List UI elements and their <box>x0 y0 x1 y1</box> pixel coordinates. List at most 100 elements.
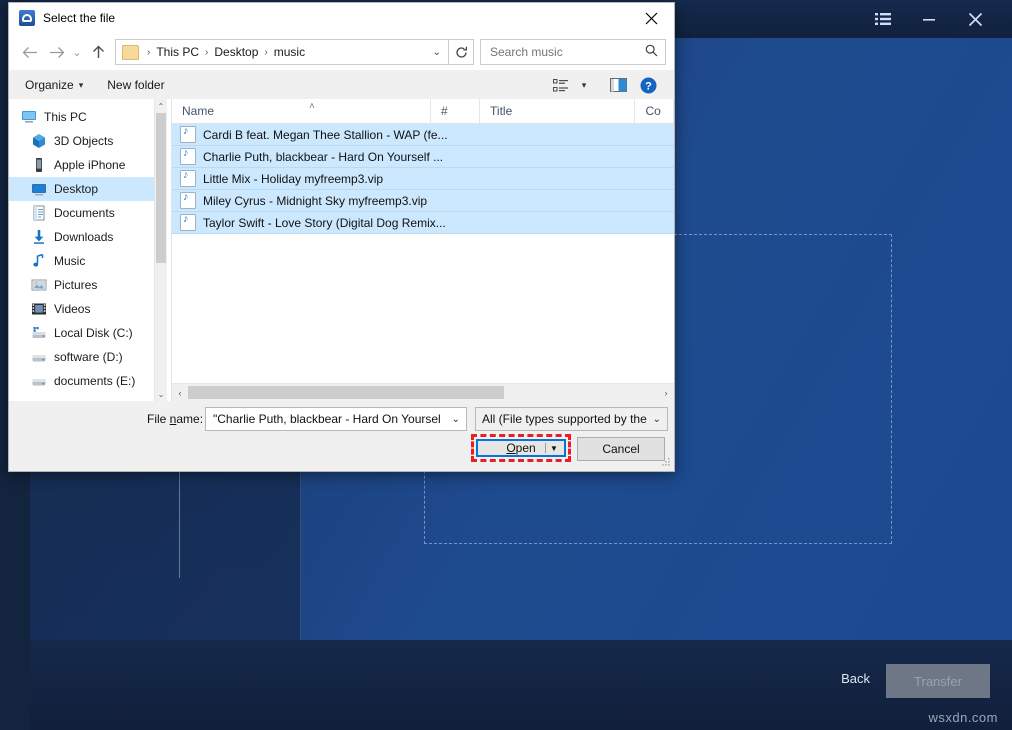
column-header-title[interactable]: Title <box>480 99 635 123</box>
recent-caret: ⌄ <box>72 46 81 59</box>
horizontal-scrollbar[interactable]: ‹ › <box>172 383 674 401</box>
transfer-button[interactable]: Transfer <box>886 664 990 698</box>
resize-grip-icon[interactable] <box>661 457 671 467</box>
chevron-down-icon[interactable]: ⌄ <box>452 414 460 425</box>
music-file-icon <box>180 192 196 209</box>
music-file-icon <box>180 170 196 187</box>
file-list-row[interactable]: Taylor Swift - Love Story (Digital Dog R… <box>172 212 674 234</box>
forward-arrow-icon[interactable] <box>43 39 69 65</box>
scroll-up-icon[interactable]: ⌃ <box>155 99 167 113</box>
tree-item-apple-iphone[interactable]: Apple iPhone <box>9 153 154 177</box>
tree-item-label: Apple iPhone <box>54 158 125 172</box>
file-list-row[interactable]: Miley Cyrus - Midnight Sky myfreemp3.vip <box>172 190 674 212</box>
address-bar[interactable]: › This PC › Desktop › music ⌄ <box>115 39 449 65</box>
tree-item-3d-objects[interactable]: 3D Objects <box>9 129 154 153</box>
view-caret: ▾ <box>582 80 587 91</box>
videos-icon <box>31 301 54 317</box>
hscroll-track[interactable] <box>188 384 658 401</box>
view-chevron-down-icon[interactable]: ▾ <box>576 73 592 97</box>
minimize-icon[interactable] <box>906 0 952 38</box>
file-list-row[interactable]: Little Mix - Holiday myfreemp3.vip <box>172 168 674 190</box>
tree-item-pictures[interactable]: Pictures <box>9 273 154 297</box>
toolbar-right-group: ▾ ? <box>546 73 666 97</box>
search-icon[interactable] <box>645 44 658 60</box>
organize-button[interactable]: Organize ▾ <box>17 75 91 95</box>
scroll-right-icon[interactable]: › <box>658 388 674 398</box>
column-header-number[interactable]: # <box>431 99 480 123</box>
tree-item-label: Documents <box>54 206 115 220</box>
tree-scrollbar[interactable]: ⌃ ⌄ <box>154 99 167 401</box>
tree-item-label: documents (E:) <box>54 374 135 388</box>
view-list-icon[interactable] <box>546 73 574 97</box>
filename-input[interactable] <box>211 411 443 427</box>
music-note-icon <box>31 253 54 269</box>
breadcrumb-this-pc[interactable]: This PC <box>154 45 201 59</box>
column-header-name[interactable]: Name ˄ <box>172 99 431 123</box>
tree-item-label: Downloads <box>54 230 113 244</box>
chevron-down-icon: ⌄ <box>653 414 661 425</box>
search-input[interactable] <box>488 44 642 60</box>
tree-item-label: Local Disk (C:) <box>54 326 133 340</box>
file-open-dialog: Select the file ⌄ <box>8 2 675 472</box>
tree-scroll-thumb[interactable] <box>156 113 166 263</box>
dialog-title: Select the file <box>43 11 115 25</box>
navigation-tree: This PC3D Objects Apple iPhone Desktop Docu… <box>9 99 154 401</box>
tree-item-documents[interactable]: Documents <box>9 201 154 225</box>
monitor-icon <box>21 109 44 125</box>
search-box[interactable] <box>480 39 666 65</box>
tree-item-label: software (D:) <box>54 350 123 364</box>
background-app-footer: Back Transfer wsxdn.com <box>30 640 1012 730</box>
scroll-left-icon[interactable]: ‹ <box>172 388 188 398</box>
close-icon[interactable] <box>952 0 998 38</box>
file-list-header: Name ˄ # Title Co <box>172 99 674 124</box>
open-label-post: pen <box>516 441 536 455</box>
drive-icon <box>31 373 54 389</box>
chevron-down-icon: ▾ <box>79 80 84 91</box>
open-label-accel: O <box>506 441 515 455</box>
file-name: Little Mix - Holiday myfreemp3.vip <box>203 172 383 186</box>
tree-item-local-disk-c[interactable]: Local Disk (C:) <box>9 321 154 345</box>
file-list-row[interactable]: Cardi B feat. Megan Thee Stallion - WAP … <box>172 124 674 146</box>
chevron-down-icon[interactable]: ⌄ <box>426 47 448 58</box>
new-folder-label: New folder <box>107 78 164 92</box>
breadcrumb-music[interactable]: music <box>272 45 307 59</box>
column-header-name-label: Name <box>182 104 214 118</box>
tree-item-music[interactable]: Music <box>9 249 154 273</box>
filename-label-pre: File <box>147 412 170 426</box>
tree-item-desktop[interactable]: Desktop <box>9 177 154 201</box>
tree-item-downloads[interactable]: Downloads <box>9 225 154 249</box>
cancel-button[interactable]: Cancel <box>577 437 665 461</box>
close-icon[interactable] <box>629 3 674 33</box>
watermark: wsxdn.com <box>928 710 998 725</box>
folder-icon <box>122 45 139 60</box>
filename-combobox[interactable]: ⌄ <box>205 407 467 431</box>
refresh-icon[interactable] <box>449 39 474 65</box>
back-button[interactable]: Back <box>835 670 876 687</box>
open-button[interactable]: Open ▼ <box>476 439 566 457</box>
up-arrow-icon[interactable] <box>85 39 111 65</box>
screen-root: mputer to iPhone hotos, videos and music… <box>0 0 1012 730</box>
breadcrumb-desktop[interactable]: Desktop <box>212 45 260 59</box>
preview-pane-icon[interactable] <box>604 73 632 97</box>
file-type-filter-value: All (File types supported by the <box>482 412 647 426</box>
tree-item-documents-e[interactable]: documents (E:) <box>9 369 154 393</box>
help-icon[interactable]: ? <box>634 73 662 97</box>
tree-item-videos[interactable]: Videos <box>9 297 154 321</box>
scroll-down-icon[interactable]: ⌄ <box>155 387 167 401</box>
column-header-co[interactable]: Co <box>635 99 674 123</box>
file-list-row[interactable]: Charlie Puth, blackbear - Hard On Yourse… <box>172 146 674 168</box>
open-dropdown-caret-icon[interactable]: ▼ <box>545 443 562 453</box>
file-list-rows: Cardi B feat. Megan Thee Stallion - WAP … <box>172 124 674 234</box>
file-list-pane: Name ˄ # Title Co Cardi B feat. Megan Th… <box>171 99 674 401</box>
music-file-icon <box>180 148 196 165</box>
back-arrow-icon[interactable] <box>17 39 43 65</box>
tree-item-this-pc[interactable]: This PC <box>9 105 154 129</box>
tree-item-software-d[interactable]: software (D:) <box>9 345 154 369</box>
file-type-filter-combobox[interactable]: All (File types supported by the ⌄ <box>475 407 668 431</box>
recent-locations-icon[interactable]: ⌄ <box>69 39 85 65</box>
list-menu-icon[interactable] <box>860 0 906 38</box>
new-folder-button[interactable]: New folder <box>99 75 172 95</box>
hscroll-thumb[interactable] <box>188 386 504 399</box>
dialog-navigation-bar: ⌄ › This PC › Desktop › music ⌄ <box>9 34 674 70</box>
breadcrumb-separator-2: › <box>260 47 271 58</box>
